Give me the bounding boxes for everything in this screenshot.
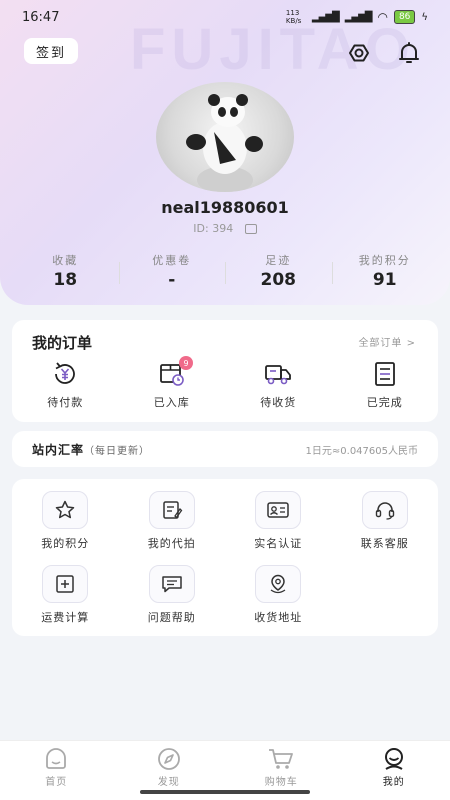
menu-label: 问题帮助	[147, 611, 196, 624]
wifi-icon: ◠	[377, 10, 388, 24]
order-in-warehouse[interactable]: 已入库	[119, 360, 226, 410]
orders-title: 我的订单	[32, 334, 93, 352]
cart-icon	[269, 749, 294, 769]
charging-icon: ϟ	[421, 11, 428, 23]
menu-label: 实名认证	[254, 537, 303, 550]
order-label: 已入库	[153, 396, 190, 409]
yen-payment-icon	[55, 362, 76, 384]
tab-label: 首页	[45, 777, 68, 788]
menu-icon-box	[148, 491, 195, 529]
eye-settings-icon[interactable]	[346, 40, 372, 66]
warehouse-count-badge: 9	[179, 356, 193, 370]
truck-icon	[265, 365, 292, 385]
exchange-rate-title: 站内汇率（每日更新）	[32, 441, 150, 458]
stat-label: 我的积分	[358, 254, 411, 267]
stat-favorites[interactable]: 收藏 18	[12, 252, 119, 292]
location-icon	[270, 574, 286, 594]
battery-icon: 86	[393, 10, 416, 24]
net-speed: 113 KB/s	[285, 9, 302, 25]
user-id-text: ID: 394	[193, 222, 234, 235]
order-label: 已完成	[366, 396, 403, 409]
chat-icon	[162, 576, 182, 593]
order-awaiting-delivery[interactable]: 待收货	[225, 360, 332, 410]
copy-icon[interactable]	[244, 224, 257, 234]
menu-icon-box	[361, 491, 408, 529]
menu-icon-box	[255, 491, 302, 529]
menu-icon-box	[42, 565, 89, 603]
menu-label: 联系客服	[360, 537, 409, 550]
menu-my-points[interactable]: 我的积分	[12, 491, 119, 551]
menu-icon-box	[42, 491, 89, 529]
stats-row: 收藏 18 优惠卷 - 足迹 208 我的积分 91	[12, 252, 438, 292]
all-orders-link[interactable]: 全部订单 >	[358, 334, 416, 349]
user-id: ID: 394	[0, 222, 450, 235]
menu-contact-support[interactable]: 联系客服	[332, 491, 439, 551]
service-menu-grid: 我的积分 我的代拍 实名认证 联系客服 运费计算 问题帮助 收货地址	[12, 491, 438, 625]
menu-label: 运费计算	[41, 611, 90, 624]
bell-icon[interactable]	[396, 40, 422, 66]
tab-home[interactable]: 首页	[0, 741, 113, 800]
stat-value: 18	[53, 270, 78, 290]
profile-icon	[384, 748, 403, 770]
id-card-icon	[267, 502, 289, 518]
exchange-rate-value: 1日元≈0.047605人民币	[305, 445, 418, 457]
tab-mine[interactable]: 我的	[338, 741, 450, 800]
menu-label: 收货地址	[254, 611, 303, 624]
home-indicator[interactable]	[140, 790, 310, 794]
checkin-button[interactable]: 签到	[24, 38, 78, 64]
service-menu-card: 我的积分 我的代拍 实名认证 联系客服 运费计算 问题帮助 收货地址	[12, 479, 438, 636]
signal-icon-2: ▂▄▆█	[344, 11, 373, 23]
menu-shipping-calculator[interactable]: 运费计算	[12, 565, 119, 625]
order-pending-payment[interactable]: 待付款	[12, 360, 119, 410]
menu-label: 我的积分	[41, 537, 90, 550]
headset-icon	[375, 502, 394, 520]
menu-shipping-address[interactable]: 收货地址	[225, 565, 332, 625]
status-bar: 16:47 113 KB/s ▂▄▆█ ▂▄▆█ ◠ 86 ϟ	[0, 0, 450, 34]
order-status-row: 待付款 已入库 待收货 已完成 9	[12, 356, 439, 410]
stat-coupons[interactable]: 优惠卷 -	[118, 252, 226, 292]
stat-label: 优惠卷	[152, 254, 192, 267]
menu-real-name-verification[interactable]: 实名认证	[225, 491, 332, 551]
stat-footprints[interactable]: 足迹 208	[225, 252, 332, 292]
order-label: 待付款	[47, 396, 84, 409]
exchange-rate-label: 站内汇率	[32, 442, 85, 457]
compass-icon	[157, 748, 180, 770]
tab-label: 购物车	[264, 777, 298, 788]
order-label: 待收货	[260, 396, 297, 409]
avatar[interactable]	[156, 82, 294, 192]
menu-my-proxy-bids[interactable]: 我的代拍	[119, 491, 226, 551]
username: neal19880601	[161, 198, 289, 217]
order-completed[interactable]: 已完成	[332, 360, 439, 410]
status-time: 16:47	[22, 9, 60, 25]
stat-value: -	[168, 270, 176, 290]
tab-label: 我的	[382, 777, 405, 788]
edit-note-icon	[163, 501, 183, 519]
menu-label: 我的代拍	[147, 537, 196, 550]
menu-icon-box	[255, 565, 302, 603]
menu-icon-box	[148, 565, 195, 603]
star-icon	[56, 500, 75, 519]
status-indicators: 113 KB/s ▂▄▆█ ▂▄▆█ ◠ 86 ϟ	[286, 9, 428, 25]
exchange-rate-card: 站内汇率（每日更新） 1日元≈0.047605人民币	[12, 431, 438, 467]
stat-value: 208	[260, 270, 297, 290]
home-icon	[46, 748, 67, 769]
panda-avatar-image	[186, 94, 263, 192]
menu-help[interactable]: 问题帮助	[119, 565, 226, 625]
stat-label: 足迹	[265, 254, 292, 267]
signal-icon: ▂▄▆█	[311, 11, 340, 23]
exchange-rate-note: （每日更新）	[84, 445, 151, 457]
tab-label: 发现	[157, 777, 180, 788]
document-done-icon	[374, 362, 395, 386]
calculator-icon	[56, 575, 74, 593]
stat-value: 91	[372, 270, 397, 290]
my-orders-card: 我的订单 全部订单 > 待付款 已入库 待收货 已完成 9	[12, 320, 438, 422]
stat-points[interactable]: 我的积分 91	[331, 252, 439, 292]
stat-label: 收藏	[52, 254, 79, 267]
